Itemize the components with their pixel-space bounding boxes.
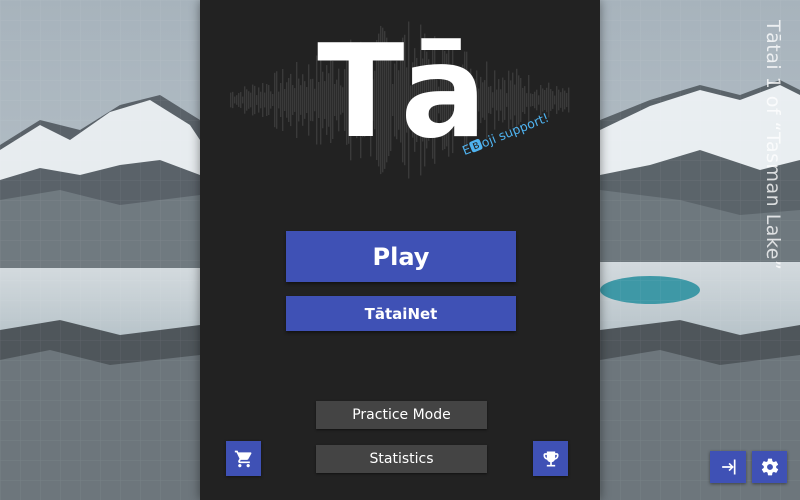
- settings-button[interactable]: [752, 451, 787, 483]
- cart-icon: [234, 450, 251, 467]
- exit-icon: [722, 459, 736, 475]
- main-menu-panel: Tā E🅱oji support! Play TātaiNet Practice…: [200, 0, 600, 500]
- background-caption: Tātai 1 of “Tasman Lake”: [762, 20, 784, 271]
- exit-button[interactable]: [710, 451, 746, 483]
- gear-icon: [761, 458, 778, 476]
- game-logo: Tā: [317, 18, 487, 167]
- shop-button[interactable]: [226, 441, 261, 476]
- achievements-button[interactable]: [533, 441, 568, 476]
- play-button[interactable]: Play: [286, 231, 516, 282]
- trophy-icon: [543, 451, 558, 466]
- tatainet-button[interactable]: TātaiNet: [286, 296, 516, 331]
- statistics-button[interactable]: Statistics: [316, 445, 487, 473]
- practice-mode-button[interactable]: Practice Mode: [316, 401, 487, 429]
